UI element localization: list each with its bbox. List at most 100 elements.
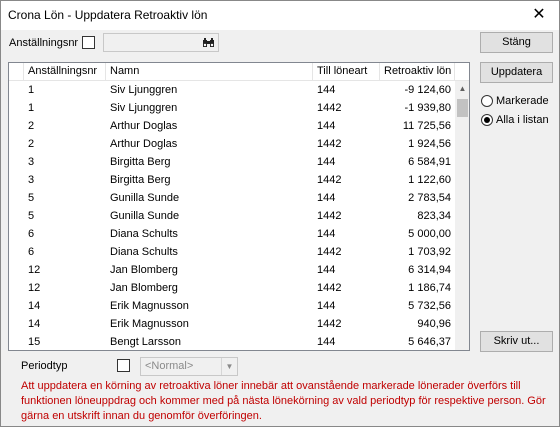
row-selector[interactable] xyxy=(9,189,24,207)
cell-namn: Diana Schults xyxy=(110,228,178,240)
row-selector[interactable] xyxy=(9,171,24,189)
header-retroaktiv-lon[interactable]: Retroaktiv lön xyxy=(380,63,455,81)
header-loneart[interactable]: Till löneart xyxy=(313,63,380,81)
table-row[interactable]: 6 Diana Schults 1442 1 703,92 xyxy=(9,243,457,261)
radio-all-label[interactable]: Alla i listan xyxy=(496,114,549,126)
table-row[interactable]: 3 Birgitta Berg 144 6 584,91 xyxy=(9,153,457,171)
row-selector[interactable] xyxy=(9,153,24,171)
row-selector[interactable] xyxy=(9,225,24,243)
window-title: Crona Lön - Uppdatera Retroaktiv lön xyxy=(8,8,208,22)
cell-anstallningsnr: 5 xyxy=(28,192,35,204)
cell-retroaktiv-lon: 11 725,56 xyxy=(402,120,451,132)
row-selector[interactable] xyxy=(9,279,24,297)
cell-anstallningsnr: 6 xyxy=(28,228,35,240)
cell-namn: Birgitta Berg xyxy=(110,174,171,186)
cell-loneart: 144 xyxy=(317,228,336,240)
cell-anstallningsnr: 6 xyxy=(28,246,35,258)
row-selector[interactable] xyxy=(9,99,24,117)
title-bar: Crona Lön - Uppdatera Retroaktiv lön ✕ xyxy=(1,1,559,30)
cell-namn: Erik Magnusson xyxy=(110,318,189,330)
table-row[interactable]: 6 Diana Schults 144 5 000,00 xyxy=(9,225,457,243)
cell-loneart: 144 xyxy=(317,264,336,276)
cell-loneart: 1442 xyxy=(317,174,342,186)
cell-anstallningsnr: 5 xyxy=(28,210,35,222)
table-row[interactable]: 1 Siv Ljunggren 1442 -1 939,80 xyxy=(9,99,457,117)
cell-namn: Erik Magnusson xyxy=(110,300,189,312)
cell-namn: Jan Blomberg xyxy=(110,264,178,276)
cell-namn: Arthur Doglas xyxy=(110,120,178,132)
table-row[interactable]: 12 Jan Blomberg 144 6 314,94 xyxy=(9,261,457,279)
table-row[interactable]: 2 Arthur Doglas 144 11 725,56 xyxy=(9,117,457,135)
retro-salary-grid[interactable]: Anställningsnr Namn Till löneart Retroak… xyxy=(8,62,470,351)
table-row[interactable]: 2 Arthur Doglas 1442 1 924,56 xyxy=(9,135,457,153)
row-selector[interactable] xyxy=(9,261,24,279)
cell-retroaktiv-lon: 6 314,94 xyxy=(408,264,451,276)
cell-retroaktiv-lon: 940,96 xyxy=(417,318,451,330)
print-button[interactable]: Skriv ut... xyxy=(480,331,553,352)
cell-retroaktiv-lon: 6 584,91 xyxy=(408,156,451,168)
table-row[interactable]: 14 Erik Magnusson 144 5 732,56 xyxy=(9,297,457,315)
radio-marked-label[interactable]: Markerade xyxy=(496,95,549,107)
table-row[interactable]: 5 Gunilla Sunde 144 2 783,54 xyxy=(9,189,457,207)
cell-retroaktiv-lon: 1 703,92 xyxy=(408,246,451,258)
cell-retroaktiv-lon: -1 939,80 xyxy=(404,102,451,114)
row-selector[interactable] xyxy=(9,117,24,135)
cell-namn: Bengt Larsson xyxy=(110,336,181,348)
table-row[interactable]: 15 Bengt Larsson 144 5 646,37 xyxy=(9,333,457,350)
cell-namn: Diana Schults xyxy=(110,246,178,258)
row-selector[interactable] xyxy=(9,333,24,350)
row-selector[interactable] xyxy=(9,315,24,333)
table-row[interactable]: 1 Siv Ljunggren 144 -9 124,60 xyxy=(9,81,457,99)
cell-anstallningsnr: 14 xyxy=(28,318,41,330)
periodtyp-select[interactable]: <Normal> ▼ xyxy=(140,357,238,376)
scrollbar-thumb[interactable] xyxy=(457,99,468,117)
cell-retroaktiv-lon: 1 924,56 xyxy=(408,138,451,150)
scroll-up-arrow-icon[interactable]: ▲ xyxy=(455,81,469,96)
binoculars-icon[interactable] xyxy=(202,36,215,49)
header-rowselector xyxy=(9,63,24,81)
radio-marked[interactable] xyxy=(481,95,493,107)
cell-retroaktiv-lon: -9 124,60 xyxy=(404,84,451,96)
row-selector[interactable] xyxy=(9,135,24,153)
cell-retroaktiv-lon: 1 186,74 xyxy=(408,282,451,294)
cell-loneart: 144 xyxy=(317,336,336,348)
update-button[interactable]: Uppdatera xyxy=(480,62,553,83)
row-selector[interactable] xyxy=(9,207,24,225)
cell-namn: Siv Ljunggren xyxy=(110,84,178,96)
header-anstallningsnr[interactable]: Anställningsnr xyxy=(24,63,106,81)
cell-loneart: 1442 xyxy=(317,210,342,222)
table-row[interactable]: 3 Birgitta Berg 1442 1 122,60 xyxy=(9,171,457,189)
table-row[interactable]: 12 Jan Blomberg 1442 1 186,74 xyxy=(9,279,457,297)
row-selector[interactable] xyxy=(9,81,24,99)
chevron-down-icon[interactable]: ▼ xyxy=(221,358,237,375)
row-selector[interactable] xyxy=(9,243,24,261)
cell-loneart: 144 xyxy=(317,156,336,168)
cell-retroaktiv-lon: 5 646,37 xyxy=(408,336,451,348)
cell-loneart: 144 xyxy=(317,300,336,312)
cell-loneart: 1442 xyxy=(317,138,342,150)
anstallningsnr-label: Anställningsnr xyxy=(9,37,79,49)
periodtyp-label: Periodtyp xyxy=(21,360,68,372)
row-selector[interactable] xyxy=(9,297,24,315)
close-button[interactable]: Stäng xyxy=(480,32,553,53)
cell-namn: Birgitta Berg xyxy=(110,156,171,168)
anstallningsnr-search-input[interactable] xyxy=(103,33,219,52)
cell-namn: Gunilla Sunde xyxy=(110,192,180,204)
cell-loneart: 1442 xyxy=(317,246,342,258)
close-icon[interactable]: ✕ xyxy=(525,5,553,25)
periodtyp-checkbox[interactable] xyxy=(117,359,130,372)
cell-loneart: 1442 xyxy=(317,318,342,330)
table-row[interactable]: 14 Erik Magnusson 1442 940,96 xyxy=(9,315,457,333)
grid-vertical-scrollbar[interactable]: ▲ xyxy=(455,81,469,350)
radio-all[interactable] xyxy=(481,114,493,126)
anstallningsnr-checkbox[interactable] xyxy=(82,36,95,49)
cell-anstallningsnr: 3 xyxy=(28,174,35,186)
cell-namn: Arthur Doglas xyxy=(110,138,178,150)
table-row[interactable]: 5 Gunilla Sunde 1442 823,34 xyxy=(9,207,457,225)
cell-retroaktiv-lon: 5 000,00 xyxy=(408,228,451,240)
cell-loneart: 144 xyxy=(317,120,336,132)
grid-header: Anställningsnr Namn Till löneart Retroak… xyxy=(9,63,469,81)
header-namn[interactable]: Namn xyxy=(106,63,313,81)
cell-loneart: 144 xyxy=(317,192,336,204)
cell-anstallningsnr: 3 xyxy=(28,156,35,168)
